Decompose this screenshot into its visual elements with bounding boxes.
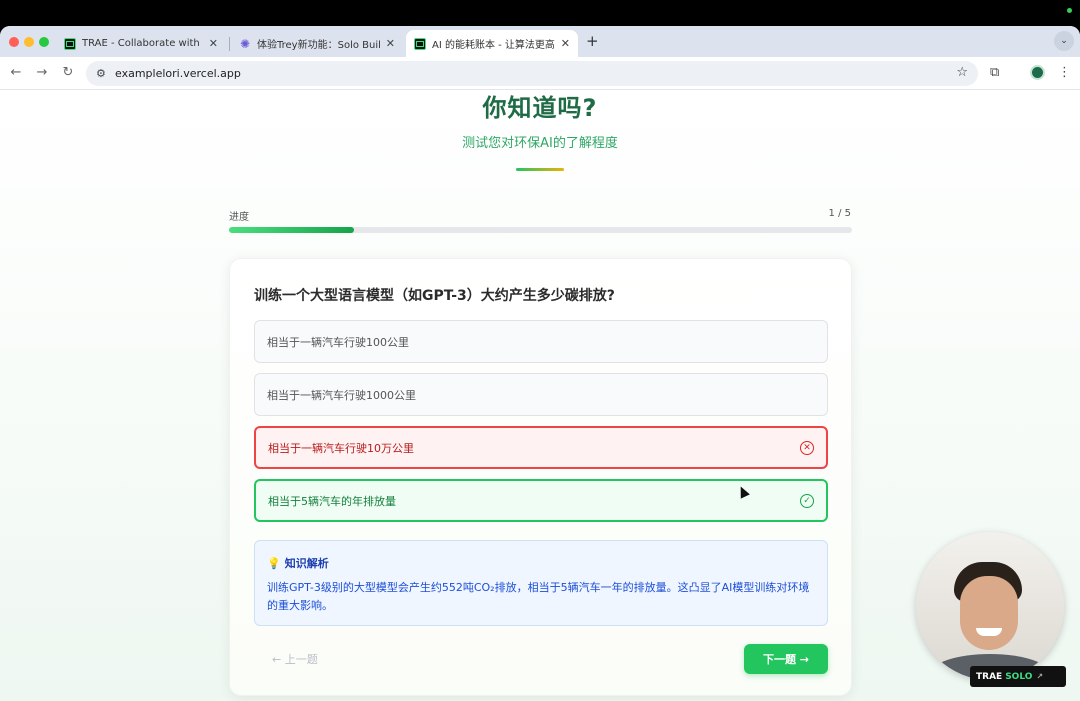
answer-option[interactable]: 相当于一辆汽车行驶1000公里 <box>254 373 828 416</box>
answer-option-label: 相当于一辆汽车行驶10万公里 <box>268 441 414 455</box>
answer-option[interactable]: 相当于一辆汽车行驶100公里 <box>254 320 828 363</box>
tab-strip: TRAE - Collaborate with Intelli ✕ ✺ 体验Tr… <box>0 26 1080 57</box>
screen: TRAE - Collaborate with Intelli ✕ ✺ 体验Tr… <box>0 0 1080 701</box>
next-question-button[interactable]: 下一题 → <box>744 644 828 674</box>
explanation-heading: 💡 知识解析 <box>267 555 329 571</box>
progress-bar <box>229 227 852 233</box>
answer-option-wrong[interactable]: 相当于一辆汽车行驶10万公里 ✕ <box>254 426 828 469</box>
previous-question-button[interactable]: ← 上一题 <box>272 651 318 667</box>
tab-divider <box>229 37 230 51</box>
x-circle-icon: ✕ <box>800 441 814 455</box>
back-arrow-icon[interactable]: ← <box>8 65 24 80</box>
new-tab-button[interactable]: + <box>586 32 599 50</box>
lightbulb-icon: 💡 <box>267 556 281 570</box>
minimize-window-button[interactable] <box>24 37 34 47</box>
webcam-overlay <box>916 532 1064 680</box>
progress-bar-fill <box>229 227 354 233</box>
answer-option-label: 相当于一辆汽车行驶1000公里 <box>267 388 416 402</box>
maximize-window-button[interactable] <box>39 37 49 47</box>
extensions-icon[interactable]: ⧉ <box>990 65 999 80</box>
close-window-button[interactable] <box>9 37 19 47</box>
reload-icon[interactable]: ↻ <box>60 65 76 80</box>
badge-product: SOLO <box>1005 671 1033 682</box>
tab-trae[interactable]: TRAE - Collaborate with Intelli ✕ <box>56 30 226 57</box>
check-circle-icon: ✓ <box>800 494 814 508</box>
tab-title: TRAE - Collaborate with Intelli <box>82 38 203 49</box>
menu-bar <box>0 0 1080 26</box>
gear-icon: ✺ <box>239 36 251 51</box>
question-text: 训练一个大型语言模型（如GPT-3）大约产生多少碳排放? <box>254 288 615 304</box>
progress-label: 进度 <box>229 212 249 223</box>
camera-indicator-icon <box>1067 8 1072 13</box>
address-bar[interactable]: ⚙ examplelori.vercel.app ☆ <box>86 61 978 86</box>
title-underline <box>516 168 564 171</box>
explanation-heading-text: 知识解析 <box>284 557 329 570</box>
close-icon[interactable]: ✕ <box>386 37 395 50</box>
badge-brand: TRAE <box>976 671 1003 682</box>
tab-solo-builder[interactable]: ✺ 体验Trey新功能：Solo Builder ✕ <box>231 30 403 57</box>
trae-solo-badge[interactable]: TRAE SOLO ↗ <box>970 666 1066 687</box>
profile-avatar[interactable] <box>1030 65 1045 80</box>
page-title: 你知道吗? <box>482 94 598 122</box>
bookmark-star-icon[interactable]: ☆ <box>956 65 968 80</box>
trae-icon <box>414 37 426 50</box>
more-menu-icon[interactable]: ⋮ <box>1058 65 1071 80</box>
tab-active-quiz[interactable]: AI 的能耗账本 - 让算法更高效、 ✕ <box>406 30 578 57</box>
close-icon[interactable]: ✕ <box>561 37 570 50</box>
quiz-card: 训练一个大型语言模型（如GPT-3）大约产生多少碳排放? 相当于一辆汽车行驶10… <box>229 258 852 696</box>
forward-arrow-icon[interactable]: → <box>34 65 50 80</box>
trae-icon <box>64 37 76 50</box>
tab-title: 体验Trey新功能：Solo Builder <box>257 40 380 51</box>
explanation-text: 训练GPT-3级别的大型模型会产生约552吨CO₂排放，相当于5辆汽车一年的排放… <box>267 581 810 612</box>
site-settings-icon[interactable]: ⚙ <box>96 67 106 80</box>
answer-option-label: 相当于一辆汽车行驶100公里 <box>267 335 409 349</box>
page-subtitle: 测试您对环保AI的了解程度 <box>462 136 618 151</box>
url-text[interactable]: examplelori.vercel.app <box>115 67 241 80</box>
answer-option-label: 相当于5辆汽车的年排放量 <box>268 494 396 508</box>
explanation-box: 💡 知识解析 训练GPT-3级别的大型模型会产生约552吨CO₂排放，相当于5辆… <box>254 540 828 626</box>
close-icon[interactable]: ✕ <box>209 37 218 50</box>
tab-title: AI 的能耗账本 - 让算法更高效、 <box>432 40 555 51</box>
external-link-icon: ↗ <box>1036 672 1044 681</box>
progress-count: 1 / 5 <box>828 208 851 219</box>
tab-search-button[interactable]: ⌄ <box>1054 31 1074 51</box>
browser-toolbar: ← → ↻ ⚙ examplelori.vercel.app ☆ ⧉ ⋮ <box>0 57 1080 90</box>
